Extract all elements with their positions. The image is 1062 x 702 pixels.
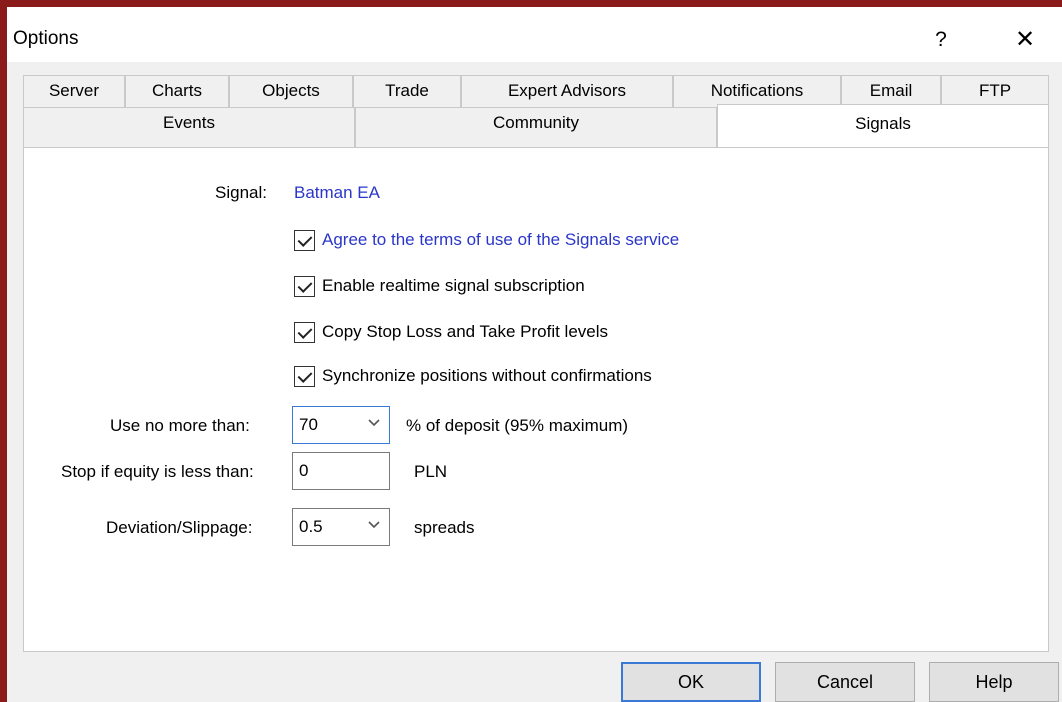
window-frame-top <box>0 0 1062 7</box>
tab-charts[interactable]: Charts <box>125 75 229 107</box>
tab-expert-advisors[interactable]: Expert Advisors <box>461 75 673 107</box>
stop-equity-label: Stop if equity is less than: <box>61 462 254 481</box>
use-no-more-label: Use no more than: <box>110 416 250 435</box>
synchronize-positions-label: Synchronize positions without confirmati… <box>322 366 652 385</box>
chevron-down-icon <box>368 419 380 427</box>
dialog-title: Options <box>13 28 79 49</box>
deviation-label: Deviation/Slippage: <box>106 518 253 537</box>
tab-server[interactable]: Server <box>23 75 125 107</box>
tab-community[interactable]: Community <box>355 107 717 147</box>
deviation-value: 0.5 <box>299 517 323 536</box>
signals-panel: Signal: Batman EA Agree to the terms of … <box>23 147 1049 652</box>
stop-equity-currency: PLN <box>414 462 448 481</box>
tab-signals[interactable]: Signals <box>717 104 1049 148</box>
deviation-suffix: spreads <box>414 518 475 537</box>
help-button[interactable]: Help <box>929 662 1059 702</box>
tab-objects[interactable]: Objects <box>229 75 353 107</box>
ok-button[interactable]: OK <box>621 662 761 702</box>
use-no-more-suffix: % of deposit (95% maximum) <box>406 416 629 435</box>
enable-realtime-label: Enable realtime signal subscription <box>322 276 585 295</box>
stop-equity-value: 0 <box>299 461 309 480</box>
copy-sl-tp-label: Copy Stop Loss and Take Profit levels <box>322 322 609 341</box>
cancel-button[interactable]: Cancel <box>775 662 915 702</box>
synchronize-positions-checkbox[interactable] <box>294 366 315 387</box>
use-no-more-value: 70 <box>299 415 318 434</box>
deviation-select[interactable]: 0.5 <box>292 508 390 546</box>
agree-terms-link[interactable]: Agree to the terms of use of the Signals… <box>322 230 679 250</box>
title-bar: Options ? ✕ <box>7 7 1062 62</box>
options-dialog: Options ? ✕ Server Charts Objects Trade … <box>7 7 1062 702</box>
signal-label: Signal: <box>215 183 267 202</box>
tab-email[interactable]: Email <box>841 75 941 107</box>
stop-equity-input[interactable]: 0 <box>292 452 390 490</box>
chevron-down-icon <box>368 521 380 529</box>
window-frame-left <box>0 0 7 702</box>
tab-trade[interactable]: Trade <box>353 75 461 107</box>
help-question-icon[interactable]: ? <box>926 22 956 58</box>
close-icon[interactable]: ✕ <box>1005 22 1045 58</box>
copy-sl-tp-checkbox[interactable] <box>294 322 315 343</box>
signal-name-link[interactable]: Batman EA <box>294 183 380 203</box>
use-no-more-select[interactable]: 70 <box>292 406 390 444</box>
tab-ftp[interactable]: FTP <box>941 75 1049 107</box>
enable-realtime-checkbox[interactable] <box>294 276 315 297</box>
tab-events[interactable]: Events <box>23 107 355 147</box>
tab-notifications[interactable]: Notifications <box>673 75 841 107</box>
agree-terms-checkbox[interactable] <box>294 230 315 251</box>
